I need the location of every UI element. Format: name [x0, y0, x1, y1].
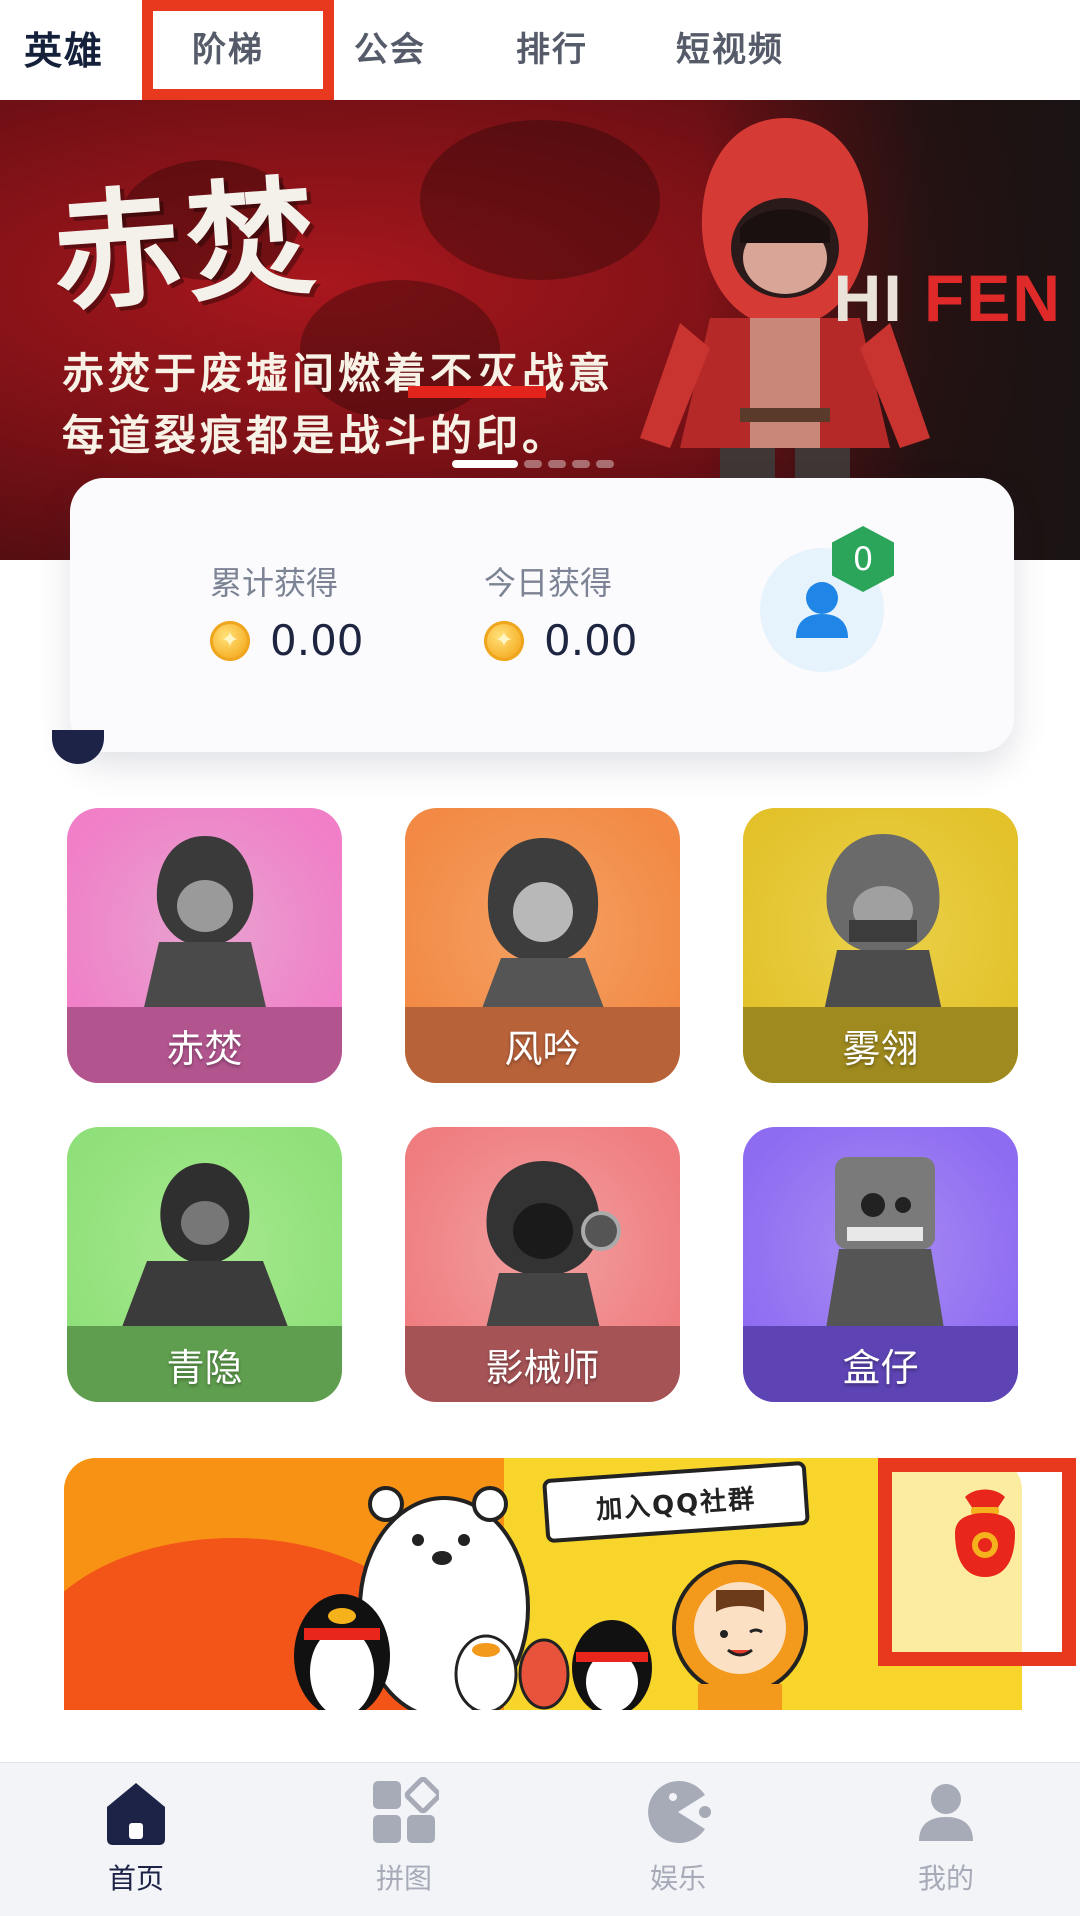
tab-heroes[interactable]: 英雄 [24, 20, 104, 75]
banner-page-indicator [452, 460, 614, 470]
hero-name: 青隐 [166, 1346, 243, 1390]
banner-slogan-line-2: 每道裂痕都是战斗的印。 [62, 411, 569, 460]
nav-profile-label: 我的 [917, 1862, 974, 1895]
total-earned-amount: 0.00 [270, 616, 364, 665]
tab-guild[interactable]: 公会 [354, 22, 426, 71]
hero-name: 盒仔 [842, 1346, 919, 1390]
coin-icon: ✦ [484, 620, 524, 661]
indicator-dot [572, 460, 590, 468]
hero-name: 影械师 [485, 1346, 600, 1390]
banner-texture [420, 120, 660, 280]
total-earned-label: 累计获得 [210, 564, 339, 602]
today-earned-amount: 0.00 [544, 616, 638, 665]
hero-name: 雾翎 [842, 1027, 919, 1071]
nav-puzzle[interactable]: 拼图 [334, 1777, 474, 1897]
bottom-navigation: 首页 拼图 娱乐 我的 [0, 1762, 1080, 1916]
tab-short-video[interactable]: 短视频 [676, 22, 784, 71]
tab-ladder-highlight-box [142, 0, 334, 100]
hero-card-wuling[interactable]: 雾翎 [743, 808, 1018, 1083]
nav-home[interactable]: 首页 [66, 1777, 206, 1897]
hero-name: 风吟 [504, 1027, 581, 1071]
indicator-dot-active [452, 460, 518, 468]
indicator-dot [596, 460, 614, 468]
today-earned-value: ✦ 0.00 [484, 616, 638, 665]
hero-card-chifen[interactable]: 赤焚 [67, 808, 342, 1083]
nav-profile[interactable]: 我的 [876, 1777, 1016, 1897]
puzzle-grid-icon [373, 1777, 439, 1843]
today-earned-label: 今日获得 [484, 564, 613, 602]
coin-icon: ✦ [210, 620, 250, 661]
nav-entertainment[interactable]: 娱乐 [608, 1777, 748, 1897]
banner-underline [408, 386, 546, 398]
banner-brand-suffix: FEN [924, 261, 1062, 335]
hero-name: 赤焚 [166, 1027, 243, 1071]
total-earned-value: ✦ 0.00 [210, 616, 364, 665]
home-icon [107, 1783, 165, 1845]
hero-card-hezai[interactable]: 盒仔 [743, 1127, 1018, 1402]
indicator-dot [524, 460, 542, 468]
banner-title: 赤焚 [47, 161, 326, 331]
hero-card-yingxieshi[interactable]: 影械师 [405, 1127, 680, 1402]
red-envelope-bag-icon[interactable] [935, 1483, 1035, 1583]
banner-brand-prefix: HI [833, 261, 904, 335]
section-marker [52, 730, 104, 764]
nav-entertainment-label: 娱乐 [649, 1862, 706, 1895]
pacman-game-icon [648, 1781, 711, 1843]
nav-home-label: 首页 [107, 1862, 164, 1895]
banner-brand-text: HI FEN [834, 260, 1062, 336]
hero-card-qingyin[interactable]: 青隐 [67, 1127, 342, 1402]
hero-card-fengyin[interactable]: 风吟 [405, 808, 680, 1083]
nav-puzzle-label: 拼图 [375, 1862, 432, 1895]
indicator-dot [548, 460, 566, 468]
earnings-card: 累计获得 ✦ 0.00 今日获得 ✦ 0.00 0 [70, 478, 1014, 752]
tab-ranking[interactable]: 排行 [516, 22, 588, 71]
profile-icon [919, 1784, 973, 1841]
